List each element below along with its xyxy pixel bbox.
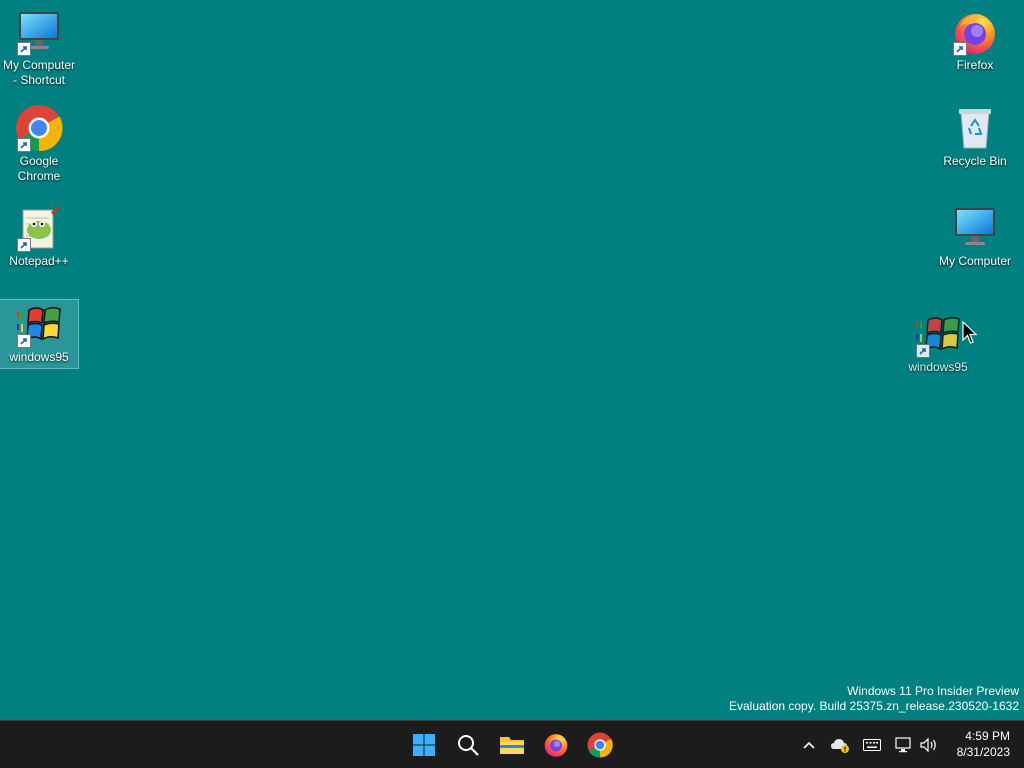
monitor-icon [951, 204, 999, 252]
desktop-icon-label: windows95 [9, 350, 69, 364]
volume-icon [920, 737, 936, 753]
taskbar-clock[interactable]: 4:59 PM 8/31/2023 [957, 728, 1010, 760]
evaluation-watermark: Windows 11 Pro Insider Preview Evaluatio… [729, 684, 1019, 714]
clock-date: 8/31/2023 [956, 745, 1010, 759]
desktop-icon-google-chrome[interactable]: Google Chrome [0, 104, 78, 184]
desktop-icon-recycle-bin[interactable]: Recycle Bin [936, 104, 1014, 169]
recycle-bin-icon [951, 104, 999, 152]
shortcut-arrow-icon [17, 238, 31, 252]
desktop-icon-label: My Computer [938, 254, 1012, 268]
file-explorer-icon [500, 737, 524, 754]
watermark-edition: Windows 11 Pro Insider Preview [847, 684, 1019, 698]
windows95-logo-icon [914, 310, 962, 358]
desktop-icon-label: My Computer - Shortcut [2, 58, 76, 87]
shortcut-arrow-icon [17, 334, 31, 348]
show-hidden-icons-button[interactable] [799, 735, 819, 755]
desktop-icon-label: Google Chrome [17, 154, 61, 183]
desktop-icon-label: Firefox [956, 58, 994, 72]
desktop-icon-label: Notepad++ [9, 254, 69, 268]
input-language-button[interactable] [862, 735, 882, 755]
desktop-icon-label: windows95 [908, 360, 968, 374]
start-button[interactable] [408, 729, 440, 761]
onedrive-button[interactable] [830, 735, 850, 755]
notepadpp-icon [15, 204, 63, 252]
mouse-pointer-icon [962, 320, 978, 350]
onedrive-warning-icon [831, 739, 849, 753]
firefox-icon [951, 8, 999, 56]
start-icon [413, 734, 435, 756]
firefox-taskbar-button[interactable] [540, 729, 572, 761]
firefox-icon [544, 734, 568, 757]
watermark-build: Evaluation copy. Build 25375.zn_release.… [729, 699, 1019, 713]
chevron-up-icon [803, 741, 815, 749]
desktop-icon-windows95-selected[interactable]: windows95 [0, 299, 79, 369]
clock-time: 4:59 PM [965, 729, 1010, 743]
volume-button[interactable] [919, 735, 939, 755]
desktop-icon-my-computer[interactable]: My Computer [936, 204, 1014, 269]
windows95-logo-icon [15, 300, 63, 348]
network-button[interactable] [894, 735, 914, 755]
taskbar: 4:59 PM 8/31/2023 [0, 720, 1024, 768]
shortcut-arrow-icon [916, 344, 930, 358]
chrome-icon [15, 104, 63, 152]
search-button[interactable] [452, 729, 484, 761]
chrome-icon [587, 732, 613, 758]
desktop-icon-my-computer-shortcut[interactable]: My Computer - Shortcut [0, 8, 78, 88]
desktop-icon-firefox[interactable]: Firefox [936, 8, 1014, 73]
chrome-taskbar-button[interactable] [584, 729, 616, 761]
shortcut-arrow-icon [17, 42, 31, 56]
file-explorer-button[interactable] [496, 729, 528, 761]
shortcut-arrow-icon [953, 42, 967, 56]
search-icon [458, 735, 479, 756]
keyboard-icon [863, 739, 881, 751]
network-icon [895, 737, 911, 753]
desktop-icon-notepadpp[interactable]: Notepad++ [0, 204, 78, 269]
desktop-icon-label: Recycle Bin [943, 154, 1007, 168]
shortcut-arrow-icon [17, 138, 31, 152]
monitor-icon [15, 8, 63, 56]
